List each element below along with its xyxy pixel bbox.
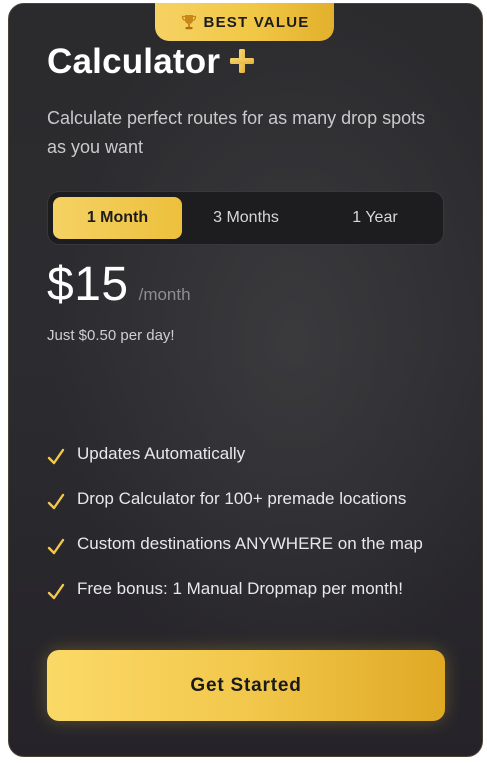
feature-list: Updates Automatically Drop Calculator fo… xyxy=(47,431,423,611)
feature-text: Custom destinations ANYWHERE on the map xyxy=(77,533,423,553)
feature-item: Updates Automatically xyxy=(47,431,423,476)
plus-icon xyxy=(228,47,256,75)
feature-item: Free bonus: 1 Manual Dropmap per month! xyxy=(47,566,423,611)
plan-title: Calculator xyxy=(47,42,221,81)
plan-description: Calculate perfect routes for as many dro… xyxy=(47,108,426,157)
price-row: $15 /month xyxy=(47,257,191,312)
feature-text: Drop Calculator for 100+ premade locatio… xyxy=(77,488,407,508)
plan-title-row: Calculator xyxy=(47,42,256,82)
billing-period-tabs: 1 Month 3 Months 1 Year xyxy=(47,191,444,245)
tab-1-month[interactable]: 1 Month xyxy=(53,197,182,239)
badge-label: BEST VALUE xyxy=(203,13,310,31)
check-icon xyxy=(47,538,65,556)
feature-text: Updates Automatically xyxy=(77,443,246,463)
per-day-note: Just $0.50 per day! xyxy=(47,327,175,344)
price-amount: $15 xyxy=(47,258,129,311)
tab-3-months[interactable]: 3 Months xyxy=(182,197,310,239)
trophy-icon xyxy=(180,13,198,31)
feature-item: Drop Calculator for 100+ premade locatio… xyxy=(47,476,423,521)
feature-text: Free bonus: 1 Manual Dropmap per month! xyxy=(77,578,404,598)
check-icon xyxy=(47,583,65,601)
check-icon xyxy=(47,493,65,511)
get-started-button[interactable]: Get Started xyxy=(47,650,445,721)
feature-item: Custom destinations ANYWHERE on the map xyxy=(47,521,423,566)
best-value-badge: BEST VALUE xyxy=(155,3,334,41)
pricing-card: Calculator Calculate perfect routes for … xyxy=(8,3,483,757)
check-icon xyxy=(47,448,65,466)
tab-1-year[interactable]: 1 Year xyxy=(310,197,440,239)
price-period: /month xyxy=(138,285,191,304)
